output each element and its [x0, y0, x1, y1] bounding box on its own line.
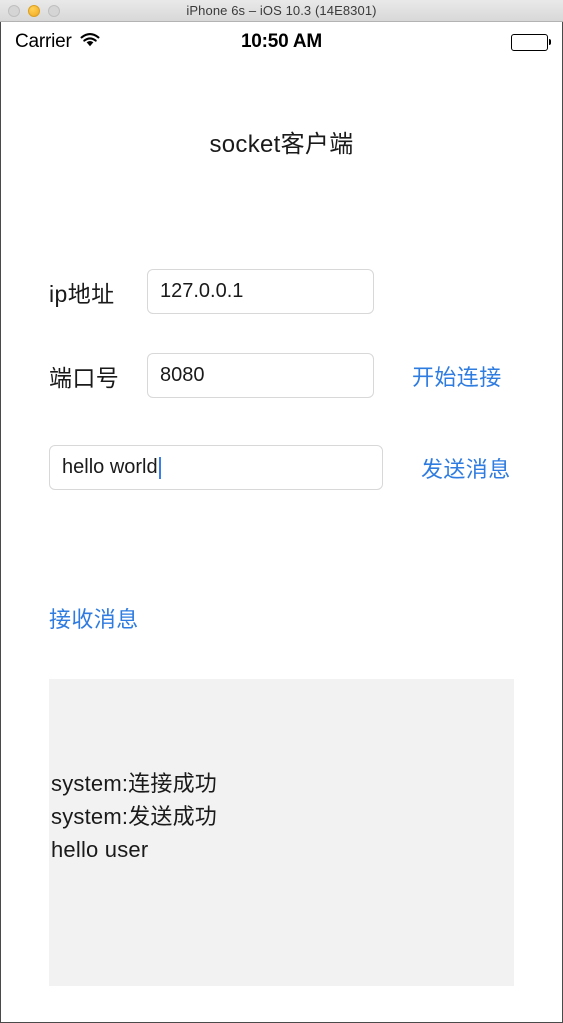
window-title: iPhone 6s – iOS 10.3 (14E8301): [186, 3, 377, 18]
ip-address-row: ip地址 127.0.0.1: [1, 269, 562, 314]
message-input[interactable]: hello world: [49, 445, 383, 490]
app-content: socket客户端 ip地址 127.0.0.1 端口号 8080 开始连接 h…: [1, 124, 562, 986]
status-bar-time: 10:50 AM: [240, 31, 323, 52]
port-input[interactable]: 8080: [147, 353, 374, 398]
close-button[interactable]: [8, 5, 20, 17]
status-bar-right: [511, 33, 551, 51]
zoom-button[interactable]: [48, 5, 60, 17]
window-controls: [8, 0, 60, 22]
log-output-panel[interactable]: system:连接成功 system:发送成功 hello user: [49, 679, 514, 986]
ip-address-value: 127.0.0.1: [160, 280, 244, 302]
start-connection-button[interactable]: 开始连接: [412, 360, 502, 392]
log-line: hello user: [51, 837, 149, 862]
battery-full-icon: [511, 33, 551, 51]
ip-address-input[interactable]: 127.0.0.1: [147, 269, 374, 314]
message-value: hello world: [62, 456, 158, 478]
port-label: 端口号: [49, 364, 120, 391]
port-value: 8080: [160, 364, 205, 386]
receive-message-button[interactable]: 接收消息: [49, 602, 139, 634]
simulator-window: iPhone 6s – iOS 10.3 (14E8301) Carrier 1…: [0, 0, 563, 1023]
page-title: socket客户端: [209, 131, 354, 158]
ios-status-bar: Carrier 10:50 AM: [1, 22, 562, 62]
message-input-wrapper: hello world: [49, 445, 383, 490]
send-message-button[interactable]: 发送消息: [421, 452, 511, 484]
battery-nub: [548, 39, 551, 45]
log-line: system:发送成功: [51, 804, 217, 829]
window-titlebar: iPhone 6s – iOS 10.3 (14E8301): [0, 0, 563, 22]
device-screen: Carrier 10:50 AM socket客户端 ip地址 127.0.0.…: [0, 22, 563, 1023]
text-caret: [158, 456, 161, 479]
message-row: hello world 发送消息: [1, 445, 562, 490]
minimize-button[interactable]: [28, 5, 40, 17]
ip-address-label: ip地址: [49, 280, 115, 307]
port-row: 端口号 8080 开始连接: [1, 353, 562, 398]
log-line: system:连接成功: [51, 771, 217, 796]
